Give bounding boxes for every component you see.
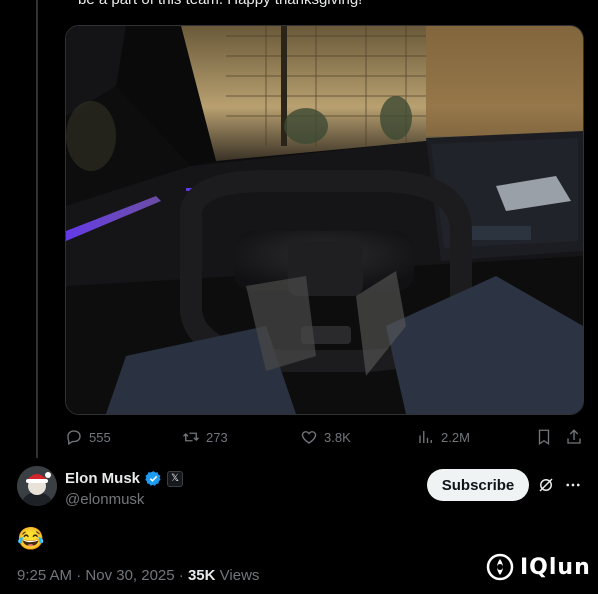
like-icon <box>301 431 317 444</box>
avatar-image <box>17 466 57 506</box>
grok-icon[interactable] <box>537 476 555 494</box>
watermark-text: IQlun <box>520 554 591 580</box>
repost-icon <box>183 432 199 442</box>
tweet-date[interactable]: Nov 30, 2025 <box>85 567 174 584</box>
share-icon <box>567 429 581 444</box>
verified-icon[interactable] <box>145 470 162 487</box>
watermark: IQlun <box>486 553 591 581</box>
tweet-time[interactable]: 9:25 AM <box>17 567 72 584</box>
previous-tweet-text: be a part of this team. Happy thanksgivi… <box>78 0 362 8</box>
car-interior-photo <box>66 26 583 414</box>
subscribe-button[interactable]: Subscribe <box>427 469 529 501</box>
tweet-photo[interactable] <box>65 25 584 415</box>
author-name[interactable]: Elon Musk <box>65 470 140 487</box>
reply-icon <box>67 430 81 445</box>
meta-separator: · <box>76 567 82 584</box>
watermark-logo-icon <box>486 553 514 581</box>
views-icon <box>419 431 432 443</box>
meta-separator-2: · <box>178 567 184 584</box>
like-count: 3.8K <box>324 429 351 445</box>
reply-button[interactable]: 555 <box>65 428 111 446</box>
more-icon[interactable] <box>564 476 582 494</box>
author-handle[interactable]: @elonmusk <box>65 491 144 508</box>
views-count: 2.2M <box>441 429 470 445</box>
avatar[interactable] <box>17 466 57 506</box>
bookmark-icon <box>538 429 550 446</box>
repost-button[interactable]: 273 <box>182 428 228 446</box>
author-name-row: Elon Musk 𝕏 <box>65 470 184 487</box>
share-button[interactable] <box>565 428 583 446</box>
views-button[interactable]: 2.2M <box>417 428 470 446</box>
reply-count: 555 <box>89 429 111 445</box>
repost-count: 273 <box>206 429 228 445</box>
tweet-views-count: 35K <box>187 567 216 584</box>
tweet-actions-bar: 555 273 3.8K 2.2M <box>65 428 585 448</box>
tweet-meta: 9:25 AM · Nov 30, 2025 · 35K Views <box>17 567 259 584</box>
tweet-views-label: Views <box>219 567 260 584</box>
thread-connector-line <box>36 0 38 458</box>
bookmark-button[interactable] <box>535 428 553 446</box>
tweet-body-emoji: 😂 <box>17 526 45 551</box>
affiliate-badge-icon[interactable]: 𝕏 <box>167 470 184 487</box>
like-button[interactable]: 3.8K <box>300 428 351 446</box>
